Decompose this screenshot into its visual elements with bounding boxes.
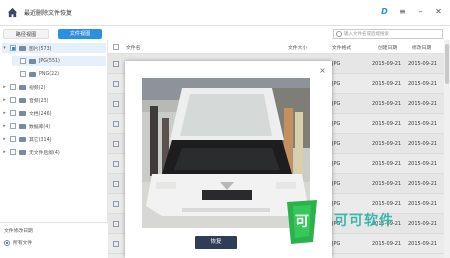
folder-icon bbox=[19, 136, 26, 142]
tree-checkbox[interactable] bbox=[10, 149, 16, 155]
tree-item[interactable]: PNG(22) bbox=[12, 69, 106, 79]
folder-icon bbox=[19, 45, 26, 51]
tree-checkbox[interactable] bbox=[20, 71, 26, 77]
tree-item[interactable]: ▸ 视频(2) bbox=[2, 82, 106, 92]
tree-item[interactable]: ▸ 其它(314) bbox=[2, 134, 106, 144]
chevron-down-icon[interactable]: ▾ bbox=[2, 45, 7, 51]
folder-icon bbox=[19, 84, 26, 90]
filter-option-label: 所有文件 bbox=[13, 241, 33, 246]
select-all-checkbox[interactable] bbox=[113, 44, 119, 50]
menu-icon[interactable]: ≡ bbox=[397, 6, 408, 17]
chevron-right-icon[interactable]: ▸ bbox=[2, 123, 7, 129]
window-title: 最近删除文件恢复 bbox=[24, 10, 73, 17]
chevron-right-icon[interactable]: ▸ bbox=[2, 110, 7, 116]
window-controls: D ≡ – ✕ bbox=[379, 6, 444, 17]
close-icon[interactable]: ✕ bbox=[433, 6, 444, 17]
tree-item[interactable]: ▸ 文档(246) bbox=[2, 108, 106, 118]
tree-checkbox[interactable] bbox=[10, 123, 16, 129]
restore-button[interactable]: 恢复 bbox=[195, 236, 237, 249]
filter-label: 文件修改日期 bbox=[4, 229, 33, 234]
tree-checkbox[interactable] bbox=[20, 58, 26, 64]
header-created[interactable]: 创建日期 bbox=[378, 44, 397, 51]
tree-item-label: 其它(314) bbox=[29, 137, 52, 143]
pin-icon[interactable]: D bbox=[379, 6, 390, 17]
header-name[interactable]: 文件名 bbox=[126, 44, 140, 51]
chevron-right-icon[interactable]: ▸ bbox=[2, 97, 7, 103]
table-header: 文件名 文件大小 文件格式 创建日期 修改日期 bbox=[108, 40, 444, 54]
chevron-right-icon[interactable]: ▸ bbox=[2, 84, 7, 90]
tree-checkbox[interactable] bbox=[10, 45, 16, 51]
header-size[interactable]: 文件大小 bbox=[288, 44, 307, 51]
folder-icon bbox=[19, 149, 26, 155]
tab-file-view[interactable]: 文件视图 bbox=[58, 29, 102, 39]
chevron-right-icon[interactable]: ▸ bbox=[2, 149, 7, 155]
tree-item-label: 数据库(4) bbox=[29, 124, 51, 130]
tree-item[interactable]: JPG(551) bbox=[12, 56, 106, 66]
svg-text:可: 可 bbox=[295, 214, 309, 230]
watermark-logo: 可 bbox=[287, 200, 317, 244]
home-icon[interactable] bbox=[7, 7, 18, 18]
minimize-icon[interactable]: – bbox=[415, 6, 426, 17]
date-filter: 文件修改日期 所有文件 bbox=[0, 222, 108, 258]
tab-path-view[interactable]: 路径视图 bbox=[3, 29, 49, 39]
tree-item[interactable]: ▾ 图片(573) bbox=[2, 43, 106, 53]
close-icon[interactable]: × bbox=[318, 66, 327, 75]
tree-item-label: PNG(22) bbox=[39, 71, 60, 77]
tree-item-label: JPG(551) bbox=[39, 58, 60, 64]
tree-checkbox[interactable] bbox=[10, 110, 16, 116]
folder-icon bbox=[19, 123, 26, 129]
tree-item-label: 音频(23) bbox=[29, 98, 49, 104]
folder-icon bbox=[29, 71, 36, 77]
folder-icon bbox=[19, 110, 26, 116]
radio-all-files[interactable] bbox=[4, 239, 10, 246]
table-scrollbar[interactable] bbox=[444, 40, 450, 258]
file-type-tree: ▾ 图片(573) JPG(551) PNG(22) ▸ 视频(2) ▸ 音频(23) ▸ 文档(… bbox=[0, 40, 108, 222]
tree-item-label: 文档(246) bbox=[29, 111, 52, 117]
tree-checkbox[interactable] bbox=[10, 84, 16, 90]
header-format[interactable]: 文件格式 bbox=[332, 44, 351, 51]
filter-option-all[interactable]: 所有文件 bbox=[4, 239, 32, 246]
tree-item[interactable]: ▸ 数据库(4) bbox=[2, 121, 106, 131]
tree-item-label: 视频(2) bbox=[29, 85, 46, 91]
header-modified[interactable]: 修改日期 bbox=[412, 44, 431, 51]
folder-icon bbox=[19, 97, 26, 103]
tree-item[interactable]: ▸ 音频(23) bbox=[2, 95, 106, 105]
tree-checkbox[interactable] bbox=[10, 97, 16, 103]
tree-item-label: 无文件后缀(4) bbox=[29, 150, 60, 156]
view-tabs: 路径视图 文件视图 bbox=[0, 27, 135, 39]
tree-item[interactable]: ▸ 无文件后缀(4) bbox=[2, 147, 106, 157]
chevron-right-icon[interactable]: ▸ bbox=[2, 136, 7, 142]
folder-icon bbox=[29, 58, 36, 64]
search-input[interactable]: 输入文件名或后缀搜索 bbox=[333, 29, 443, 39]
tree-item-label: 图片(573) bbox=[29, 46, 52, 52]
scroll-thumb[interactable] bbox=[445, 44, 449, 84]
tree-checkbox[interactable] bbox=[10, 136, 16, 142]
title-bar: 最近删除文件恢复 D ≡ – ✕ bbox=[0, 0, 450, 26]
watermark-text: 可可软件 bbox=[334, 213, 394, 229]
